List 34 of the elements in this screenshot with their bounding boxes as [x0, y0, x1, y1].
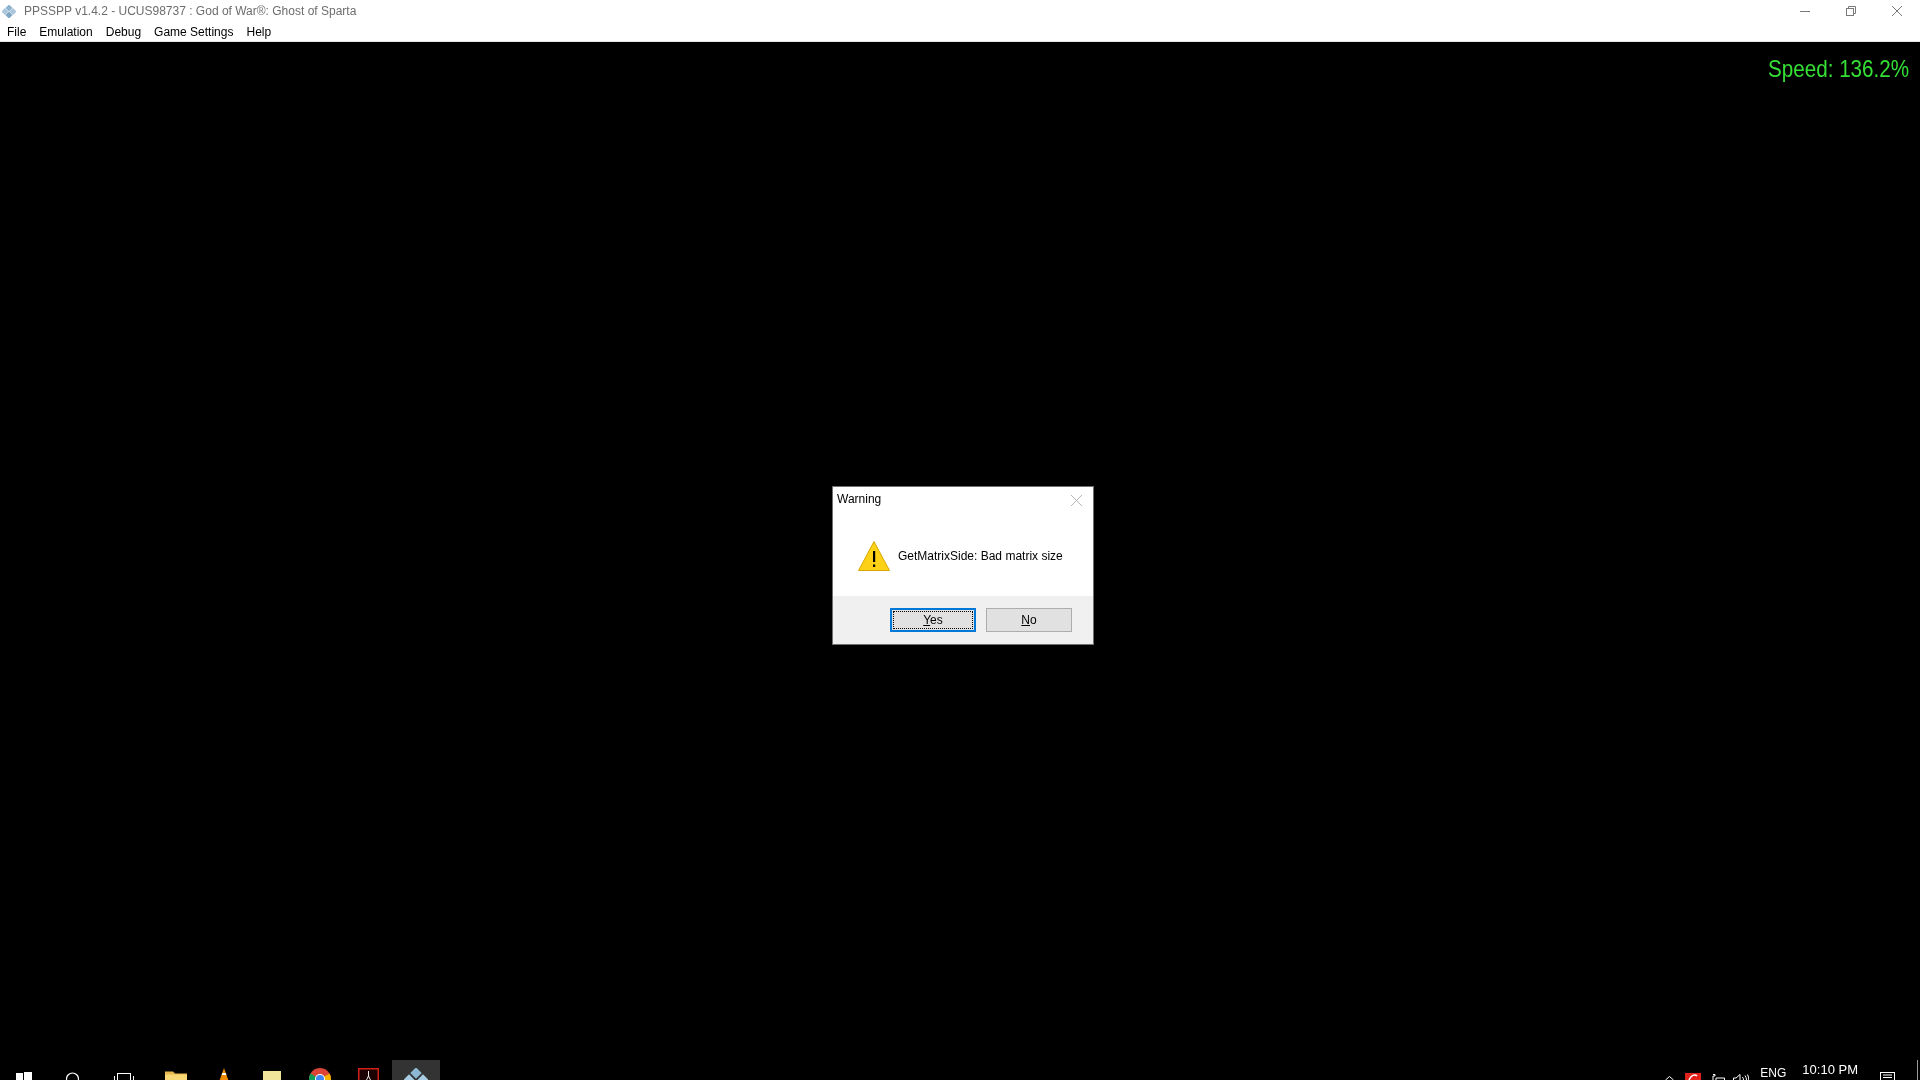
dialog-title: Warning: [837, 492, 882, 506]
language-indicator[interactable]: ENG: [1760, 1067, 1787, 1079]
network-icon[interactable]: [1712, 1074, 1726, 1080]
menu-item[interactable]: Emulation: [33, 23, 99, 40]
notification-icon[interactable]: [1880, 1072, 1895, 1080]
dialog-button[interactable]: No: [986, 608, 1072, 632]
speed-readout: Speed: 136.2%: [1767, 57, 1909, 81]
framed-tile-icon: [357, 1068, 379, 1080]
volume-icon[interactable]: [1733, 1074, 1750, 1080]
minimize-icon: [1800, 10, 1810, 12]
menu-item[interactable]: Help: [240, 23, 278, 40]
diamond-cluster-icon: [404, 1068, 428, 1080]
sticky-note-icon: [263, 1071, 281, 1080]
swirl-tile-icon[interactable]: [1685, 1073, 1702, 1080]
traffic-cone-icon: [219, 1068, 229, 1080]
clock-time[interactable]: 10:10 PM: [1802, 1063, 1858, 1076]
menu-item[interactable]: Game Settings: [148, 23, 240, 40]
search-icon: [65, 1072, 79, 1080]
window-title: PPSSPP v1.4.2 - UCUS98737 : God of War®: Ghost of Sparta: [24, 3, 357, 20]
folder-icon: [165, 1071, 187, 1080]
taskbar-button[interactable]: [392, 1060, 440, 1080]
dialog-button[interactable]: Yes: [890, 608, 976, 632]
dialog-message: GetMatrixSide: Bad matrix size: [898, 547, 1063, 565]
warning-icon: [858, 539, 890, 572]
restore-icon: [1846, 6, 1856, 16]
menu-item[interactable]: Debug: [99, 23, 148, 40]
caret-up-icon[interactable]: [1665, 1076, 1675, 1080]
windows-icon: [16, 1072, 32, 1080]
close-icon: [1892, 6, 1902, 16]
diamond-cluster-icon: [2, 4, 16, 18]
task-view-icon: [114, 1073, 134, 1080]
circle-logo-icon: [309, 1068, 331, 1080]
menu-item[interactable]: File: [1, 23, 33, 40]
close-icon: [1070, 494, 1082, 506]
